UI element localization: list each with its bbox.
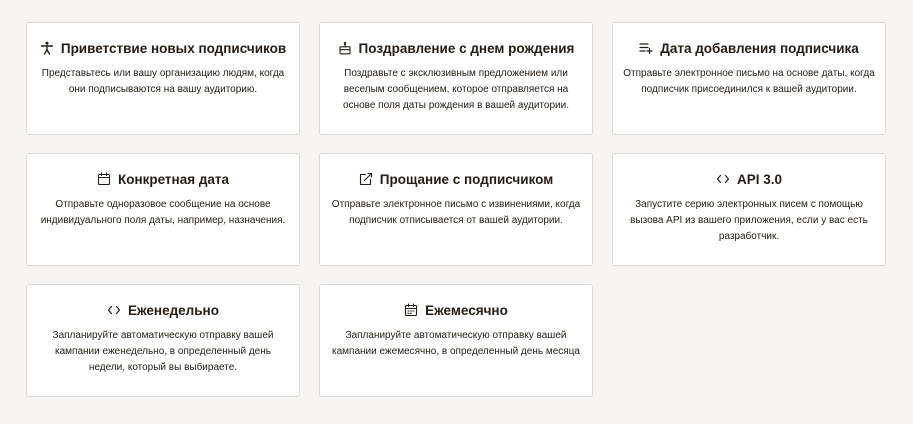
card-title: Конкретная дата (117, 171, 230, 187)
code-brackets-icon (716, 172, 730, 186)
card-description: Отправьте электронное письмо на основе д… (623, 68, 875, 95)
card-title-row: Приветствие новых подписчиков (37, 39, 289, 57)
card-title-row: Ежемесячно (330, 301, 582, 319)
card-title-row: Дата добавления подписчика (623, 39, 875, 57)
birthday-cake-icon (338, 41, 352, 55)
card-api[interactable]: API 3.0 Запустите серию электронных писе… (612, 153, 886, 266)
card-title-row: Поздравление с днем рождения (330, 39, 582, 57)
card-title-row: API 3.0 (623, 170, 875, 188)
card-birthday[interactable]: Поздравление с днем рождения Поздравьте … (319, 22, 593, 135)
person-welcome-icon (40, 41, 54, 55)
card-description: Поздравьте с эксклюзивным предложением и… (343, 68, 569, 111)
card-title: API 3.0 (736, 171, 783, 187)
external-link-icon (359, 172, 373, 186)
card-weekly[interactable]: Еженедельно Запланируйте автоматическую … (26, 284, 300, 397)
card-specific-date[interactable]: Конкретная дата Отправьте одноразовое со… (26, 153, 300, 266)
automation-templates-grid: Приветствие новых подписчиков Представьт… (0, 0, 913, 424)
card-title-row: Прощание с подписчиком (330, 170, 582, 188)
card-goodbye-subscriber[interactable]: Прощание с подписчиком Отправьте электро… (319, 153, 593, 266)
card-subscriber-added-date[interactable]: Дата добавления подписчика Отправьте эле… (612, 22, 886, 135)
card-title: Поздравление с днем рождения (358, 40, 575, 56)
card-title: Прощание с подписчиком (379, 171, 554, 187)
card-title: Дата добавления подписчика (660, 40, 859, 56)
card-description: Представьтесь или вашу организацию людям… (41, 68, 285, 95)
card-title: Еженедельно (128, 302, 219, 318)
card-description: Отправьте электронное письмо с извинения… (331, 199, 581, 226)
card-description: Запланируйте автоматическую отправку ваш… (52, 330, 274, 373)
card-welcome-subscribers[interactable]: Приветствие новых подписчиков Представьт… (26, 22, 300, 135)
card-title-row: Конкретная дата (37, 170, 289, 188)
card-description: Отправьте одноразовое сообщение на основ… (40, 199, 286, 226)
card-title-row: Еженедельно (37, 301, 289, 319)
calendar-month-icon (404, 303, 418, 317)
list-add-icon (639, 41, 653, 55)
calendar-icon (97, 172, 111, 186)
card-description: Запустите серию электронных писем с помо… (630, 199, 868, 242)
card-title: Ежемесячно (425, 302, 508, 318)
card-monthly[interactable]: Ежемесячно Запланируйте автоматическую о… (319, 284, 593, 397)
card-title: Приветствие новых подписчиков (60, 40, 287, 56)
card-description: Запланируйте автоматическую отправку ваш… (332, 330, 580, 357)
code-brackets-icon (107, 303, 121, 317)
